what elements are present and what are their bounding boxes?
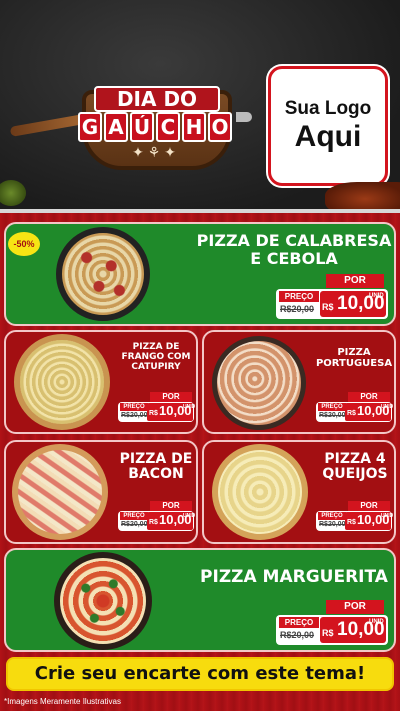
chimarrao-gourd-image — [0, 180, 26, 206]
header-banner: DIA DO G A Ú C H O ✦ ⚘ ✦ Sua Logo Aqui — [0, 0, 400, 216]
old-price: R$20,00 — [319, 521, 346, 528]
logo-letter: A — [104, 112, 128, 142]
old-price: R$20,00 — [280, 304, 315, 314]
preco-label: PREÇO — [279, 617, 319, 628]
old-price: R$20,00 — [319, 412, 346, 419]
por-label: POR — [150, 392, 192, 402]
knife-blade-icon — [236, 112, 252, 122]
old-price: R$20,00 — [121, 412, 148, 419]
event-logo: DIA DO G A Ú C H O ✦ ⚘ ✦ — [9, 82, 252, 174]
cta-banner[interactable]: Crie seu encarte com este tema! — [6, 657, 394, 691]
product-name: PIZZA DE CALABRESA E CEBOLA — [196, 231, 392, 268]
your-logo-line2: Aqui — [294, 120, 362, 153]
pizza-4-queijos-image — [212, 444, 308, 540]
unit-label: UNID — [183, 513, 196, 519]
old-price: R$20,00 — [121, 521, 148, 528]
preco-label: PREÇO — [318, 512, 346, 520]
unit-label: UNID — [369, 619, 384, 625]
por-label: POR — [326, 600, 384, 614]
preco-label: PREÇO — [279, 291, 319, 302]
pizza-frango-image — [14, 334, 110, 430]
product-name: PIZZA 4 QUEIJOS — [322, 451, 388, 483]
por-label: POR — [326, 274, 384, 288]
logo-title-line1: DIA DO — [94, 86, 220, 112]
currency-label: R$ — [322, 628, 334, 638]
currency-label: R$ — [322, 302, 334, 312]
unit-label: UNID — [369, 293, 384, 299]
pizza-marguerita-image — [54, 552, 152, 650]
product-name: PIZZA PORTUGUESA — [315, 347, 393, 369]
currency-label: R$ — [149, 410, 158, 417]
pizza-bacon-image — [12, 444, 108, 540]
logo-letter: O — [208, 112, 232, 142]
discount-badge: -50% — [8, 232, 40, 256]
por-label: POR — [348, 501, 390, 511]
preco-label: PREÇO — [120, 403, 148, 411]
currency-label: R$ — [347, 410, 356, 417]
bbq-tools-icon: ✦ ⚘ ✦ — [132, 144, 176, 160]
pizza-calabresa-image — [56, 227, 150, 321]
currency-label: R$ — [347, 519, 356, 526]
unit-label: UNID — [183, 404, 196, 410]
por-label: POR — [348, 392, 390, 402]
logo-title-line2: G A Ú C H O — [70, 112, 240, 142]
product-name: PIZZA DE BACON — [119, 451, 193, 483]
preco-label: PREÇO — [120, 512, 148, 520]
product-name: PIZZA DE FRANGO COM CATUPIRY — [121, 342, 191, 372]
unit-label: UNID — [381, 404, 394, 410]
pizza-portuguesa-image — [212, 336, 306, 430]
logo-letter: H — [182, 112, 206, 142]
logo-letter: C — [156, 112, 180, 142]
your-logo-placeholder[interactable]: Sua Logo Aqui — [268, 66, 388, 186]
logo-letter: G — [78, 112, 102, 142]
disclaimer-text: *Imagens Meramente Ilustrativas — [4, 697, 121, 706]
logo-letter: Ú — [130, 112, 154, 142]
por-label: POR — [150, 501, 192, 511]
preco-label: PREÇO — [318, 403, 346, 411]
old-price: R$20,00 — [280, 630, 315, 640]
currency-label: R$ — [149, 519, 158, 526]
unit-label: UNID — [381, 513, 394, 519]
product-name: PIZZA MARGUERITA — [200, 567, 388, 587]
your-logo-line1: Sua Logo — [284, 98, 372, 119]
